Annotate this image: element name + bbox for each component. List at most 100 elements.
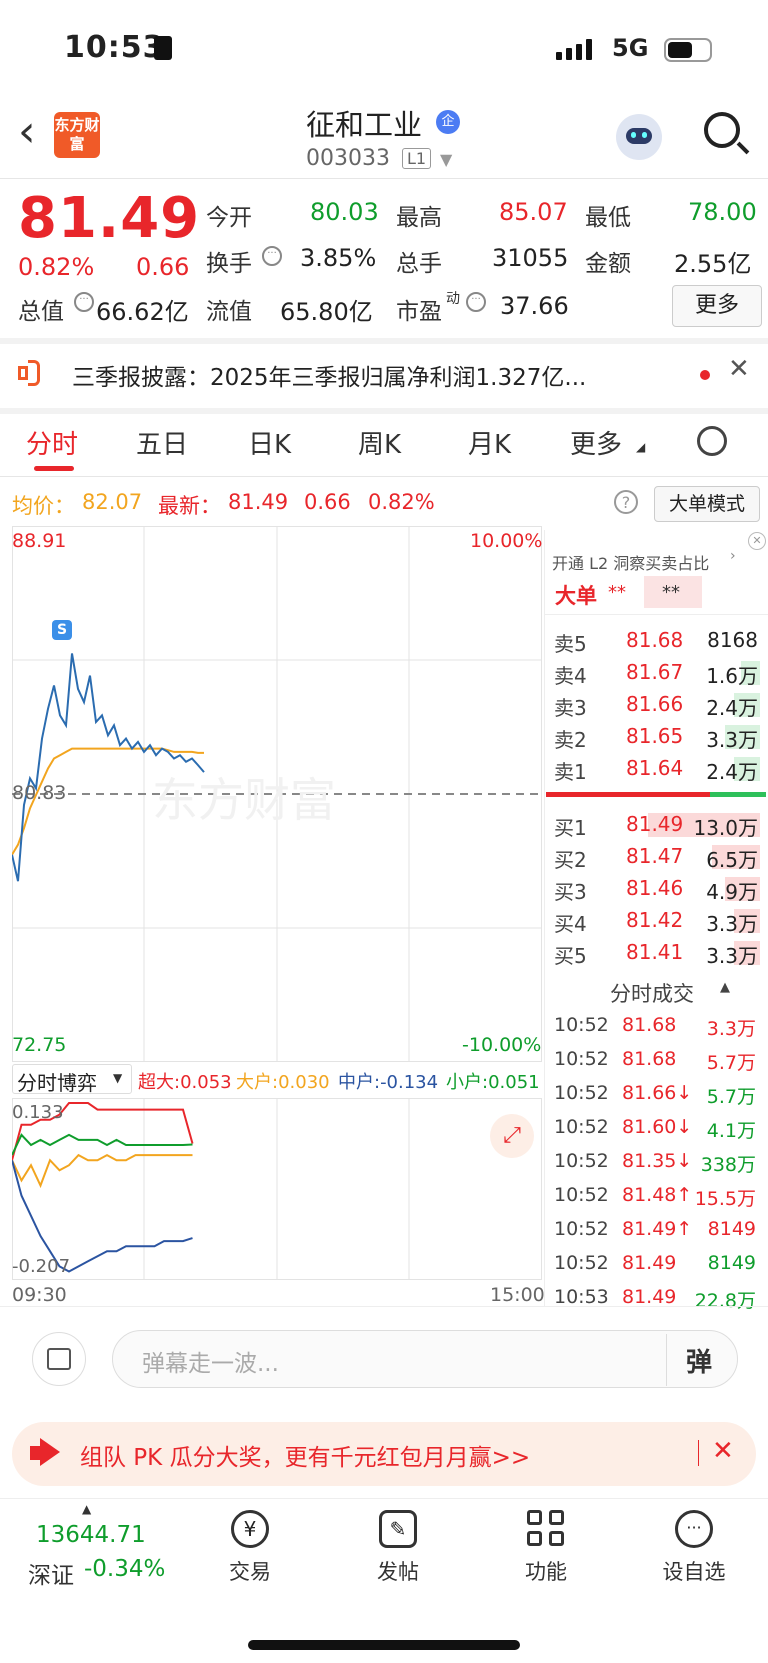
trade-row: 10:53 81.49 22.8万 <box>546 1284 768 1314</box>
unread-dot <box>700 370 710 380</box>
turnover-label: 换手 <box>206 251 252 277</box>
index-change[interactable]: -0.34% <box>84 1556 165 1582</box>
tab-more[interactable]: 更多 <box>570 424 622 461</box>
info-icon[interactable]: ··· <box>466 292 486 312</box>
announcement-text[interactable]: 三季报披露：2025年三季报归属净利润1.327亿... <box>72 358 642 392</box>
s-marker-icon[interactable]: S <box>52 620 72 640</box>
divider <box>698 1440 699 1466</box>
low-label: 最低 <box>585 205 631 231</box>
nav-function[interactable]: 功能 <box>496 1510 596 1586</box>
info-icon[interactable]: ··· <box>262 246 282 266</box>
level-badge[interactable]: L1 <box>402 148 432 169</box>
bid-row[interactable]: 买3 81.46 4.9万 <box>546 874 768 904</box>
bid-row[interactable]: 买4 81.42 3.3万 <box>546 906 768 936</box>
help-icon[interactable]: ? <box>614 490 638 514</box>
close-icon[interactable]: ✕ <box>712 1436 734 1466</box>
trade-price: 81.48↑ <box>622 1184 693 1206</box>
sub-chart-grid <box>12 1098 542 1280</box>
bid-row[interactable]: 买1 81.49 13.0万 <box>546 810 768 840</box>
tab-weekly-k[interactable]: 周K <box>358 424 401 461</box>
trade-row: 10:52 81.68 3.3万 <box>546 1012 768 1042</box>
trade-volume: 22.8万 <box>694 1290 756 1312</box>
medium-line <box>12 1159 193 1273</box>
bid-row[interactable]: 买5 81.41 3.3万 <box>546 938 768 968</box>
bid-price: 81.42 <box>626 908 684 932</box>
nav-trade[interactable]: ¥ 交易 <box>200 1510 300 1586</box>
close-icon[interactable]: ✕ <box>748 532 766 550</box>
ask-volume: 1.6万 <box>706 664 758 688</box>
trade-price: 81.49↑ <box>622 1218 693 1240</box>
caret-up-icon[interactable]: ▲ <box>720 980 730 995</box>
ask-bid-ratio-red <box>546 792 710 797</box>
trade-time: 10:53 <box>554 1286 609 1308</box>
promo-text[interactable]: 组队 PK 瓜分大奖，更有千元红包月月赢>> <box>80 1438 530 1472</box>
index-value[interactable]: 13644.71 <box>36 1522 146 1548</box>
ask-row[interactable]: 卖2 81.65 3.3万 <box>546 722 768 752</box>
bid-price: 81.41 <box>626 940 684 964</box>
danmaku-toggle-button[interactable]: 弹 <box>686 1342 712 1379</box>
trade-price: 81.60↓ <box>622 1116 693 1138</box>
bid-row[interactable]: 买2 81.47 6.5万 <box>546 842 768 872</box>
trade-row: 10:52 81.49 8149 <box>546 1250 768 1280</box>
intraday-chart[interactable]: 东方财富 <box>12 526 542 1062</box>
caret-up-icon[interactable]: ▲ <box>82 1502 91 1516</box>
trade-volume: 3.3万 <box>706 1018 756 1040</box>
trade-time: 10:52 <box>554 1116 609 1138</box>
trade-row: 10:52 81.35↓ 338万 <box>546 1148 768 1178</box>
latest-change: 0.66 <box>304 490 351 514</box>
sub-chart-selector-label: 分时博弈 <box>17 1071 97 1095</box>
ask-row[interactable]: 卖5 81.68 8168 <box>546 626 768 656</box>
pct-max-label: 10.00% <box>470 530 543 552</box>
expand-icon[interactable]: ⤢ <box>490 1114 534 1158</box>
back-icon[interactable]: ‹ <box>18 110 36 154</box>
trade-price: 81.49 <box>622 1286 677 1308</box>
masked-value-box[interactable]: ** <box>644 576 702 608</box>
ask-row[interactable]: 卖4 81.67 1.6万 <box>546 658 768 688</box>
dropdown-arrow-icon[interactable]: ▼ <box>440 150 452 169</box>
l2-promo-link[interactable]: 开通 L2 洞察买卖占比 <box>552 550 709 574</box>
index-name[interactable]: 深证 <box>28 1556 74 1590</box>
big-order-mode-button[interactable]: 大单模式 <box>654 486 760 522</box>
avg-value: 82.07 <box>82 490 143 514</box>
bid-level-label: 买1 <box>554 816 587 840</box>
pe-value: 37.66 <box>500 292 569 320</box>
nav-add-watchlist[interactable]: ··· 设自选 <box>644 1510 744 1586</box>
stock-name[interactable]: 征和工业 <box>306 102 422 144</box>
more-button[interactable]: 更多 <box>672 285 762 327</box>
turnover-value: 3.85% <box>300 244 377 272</box>
trade-time: 10:52 <box>554 1252 609 1274</box>
ask-volume: 8168 <box>707 628 758 652</box>
section-gap <box>0 408 768 414</box>
bid-volume: 13.0万 <box>693 816 758 840</box>
ai-robot-icon[interactable] <box>616 114 662 160</box>
ask-volume: 2.4万 <box>706 696 758 720</box>
ask-level-label: 卖3 <box>554 696 587 720</box>
ask-row[interactable]: 卖3 81.66 2.4万 <box>546 690 768 720</box>
chevron-right-icon[interactable]: › <box>730 548 736 564</box>
tab-monthly-k[interactable]: 月K <box>468 424 511 461</box>
edit-icon: ✎ <box>379 1510 417 1548</box>
megaphone-icon <box>30 1438 64 1466</box>
tab-intraday[interactable]: 分时 <box>26 424 78 461</box>
ask-row[interactable]: 卖1 81.64 2.4万 <box>546 754 768 784</box>
bid-level-label: 买3 <box>554 880 587 904</box>
danmaku-settings-icon[interactable] <box>32 1332 86 1386</box>
close-icon[interactable]: ✕ <box>728 354 750 384</box>
large-line <box>12 1153 193 1189</box>
float-value: 65.80亿 <box>280 298 373 326</box>
ask-volume: 2.4万 <box>706 760 758 784</box>
info-icon[interactable]: ··· <box>74 292 94 312</box>
tab-five-day[interactable]: 五日 <box>136 424 188 461</box>
tab-daily-k[interactable]: 日K <box>248 424 291 461</box>
big-order-label: 大单 <box>555 584 597 608</box>
legend-large: 大户:0.030 <box>236 1072 330 1093</box>
trades-title[interactable]: 分时成交 <box>610 978 694 1008</box>
danmaku-placeholder: 弹幕走一波... <box>142 1351 279 1377</box>
fund-flow-chart[interactable] <box>12 1098 542 1280</box>
gear-icon[interactable] <box>697 426 727 456</box>
masked-value: ** <box>608 582 626 603</box>
search-icon[interactable] <box>704 112 740 148</box>
sub-chart-selector[interactable]: 分时博弈 ▼ <box>12 1064 132 1095</box>
avg-label: 均价： <box>12 494 75 518</box>
nav-post[interactable]: ✎ 发帖 <box>348 1510 448 1586</box>
